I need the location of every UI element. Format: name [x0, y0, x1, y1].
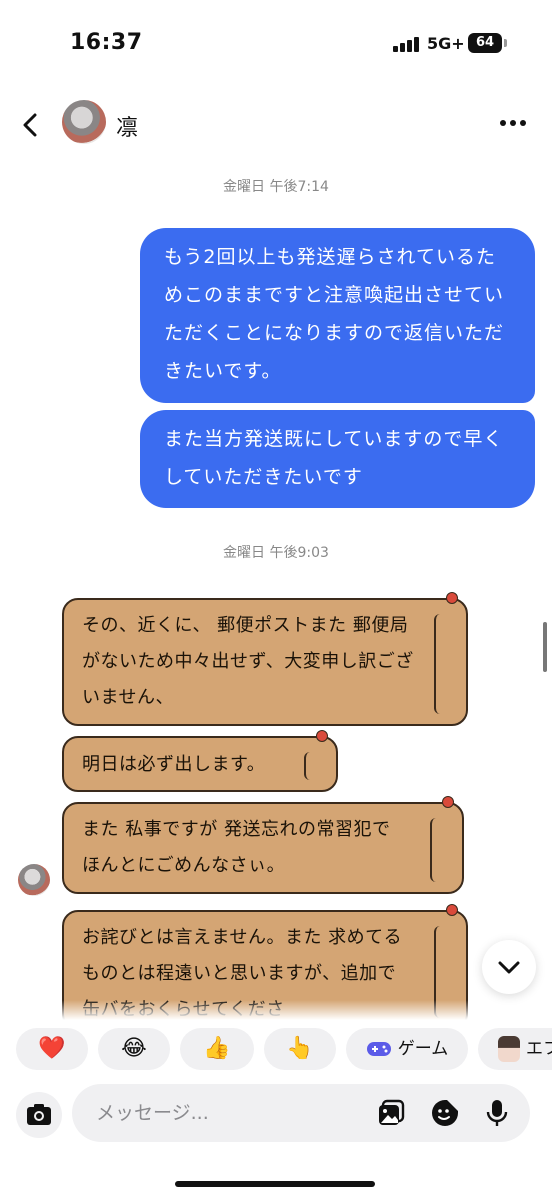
- reaction-heart-button[interactable]: ❤️: [16, 1028, 88, 1070]
- quick-reactions-bar: ❤️ 😂 👍 👆 ゲーム エフ: [0, 1020, 552, 1080]
- chevron-down-icon: [498, 961, 520, 974]
- game-label: ゲーム: [397, 1039, 449, 1059]
- point-up-icon: 👆: [286, 1036, 314, 1061]
- received-message[interactable]: 明日は必ず出します。: [62, 730, 338, 792]
- scroll-curl-decoration: [434, 614, 454, 714]
- more-horizontal-icon[interactable]: [496, 118, 530, 128]
- scroll-curl-decoration: [304, 752, 324, 780]
- sticker-icon[interactable]: [430, 1098, 460, 1128]
- effect-button[interactable]: エフ: [478, 1028, 552, 1070]
- thumbs-up-icon: 👍: [203, 1036, 231, 1061]
- chat-header: 凛: [0, 90, 552, 160]
- message-timestamp: 金曜日 午後9:03: [223, 545, 329, 561]
- berry-decoration: [446, 592, 458, 604]
- status-time: 16:37: [70, 30, 143, 55]
- reaction-point-up-button[interactable]: 👆: [264, 1028, 336, 1070]
- sent-message[interactable]: もう2回以上も発送遅らされているためこのままですと注意喚起出させていただくことに…: [140, 228, 535, 403]
- sender-avatar[interactable]: [18, 864, 50, 896]
- effect-avatar-icon: [498, 1036, 520, 1062]
- heart-icon: ❤️: [38, 1036, 66, 1061]
- scroll-curl-decoration: [430, 818, 450, 882]
- message-composer: [0, 1080, 552, 1200]
- received-message[interactable]: その、近くに、 郵便ポストまた 郵便局がないため中々出せず、大変申し訳ございませ…: [62, 592, 468, 726]
- effect-label: エフ: [526, 1039, 552, 1059]
- battery-icon: 64: [468, 33, 502, 53]
- contact-avatar[interactable]: [62, 100, 106, 144]
- game-button[interactable]: ゲーム: [346, 1028, 468, 1070]
- camera-button[interactable]: [16, 1092, 62, 1138]
- signal-icon: [393, 36, 423, 52]
- gallery-icon[interactable]: [376, 1098, 406, 1128]
- gamepad-icon: [366, 1042, 391, 1056]
- scroll-to-bottom-button[interactable]: [482, 940, 536, 994]
- microphone-icon[interactable]: [482, 1098, 512, 1128]
- berry-decoration: [442, 796, 454, 808]
- network-label: 5G+: [427, 34, 465, 53]
- reaction-thumbs-up-button[interactable]: 👍: [180, 1028, 254, 1070]
- scrollbar-thumb[interactable]: [543, 622, 547, 672]
- laugh-emoji-icon: 😂: [121, 1036, 147, 1061]
- status-bar: 16:37 5G+ 64: [0, 0, 552, 90]
- received-message-text: 明日は必ず出します。: [82, 754, 266, 775]
- berry-decoration: [446, 904, 458, 916]
- message-fade: [0, 1000, 552, 1020]
- berry-decoration: [316, 730, 328, 742]
- sent-message[interactable]: また当方発送既にしていますので早くしていただきたいです: [140, 410, 535, 508]
- received-message-text: その、近くに、 郵便ポストまた 郵便局がないため中々出せず、大変申し訳ございませ…: [82, 615, 414, 708]
- reaction-laugh-button[interactable]: 😂: [98, 1028, 170, 1070]
- message-timestamp: 金曜日 午後7:14: [223, 179, 329, 195]
- chevron-left-icon[interactable]: [16, 110, 46, 140]
- camera-icon: [27, 1104, 51, 1125]
- battery-tip: [504, 39, 507, 47]
- message-input[interactable]: [72, 1084, 530, 1142]
- contact-name[interactable]: 凛: [116, 110, 138, 142]
- received-message-text: また 私事ですが 発送忘れの常習犯で ほんとにごめんなさぃ。: [82, 819, 391, 876]
- home-indicator[interactable]: [175, 1181, 375, 1187]
- received-message[interactable]: また 私事ですが 発送忘れの常習犯で ほんとにごめんなさぃ。: [62, 796, 464, 894]
